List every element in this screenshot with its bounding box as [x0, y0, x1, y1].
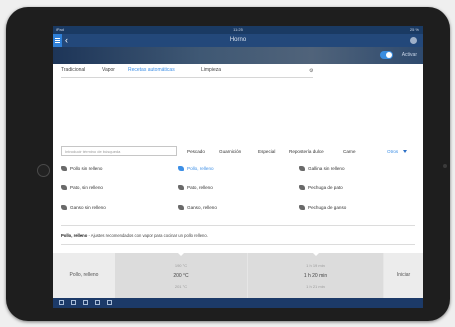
temperature-value[interactable]: 200 °C	[115, 273, 247, 279]
nav-bar: ‹ Horno	[53, 34, 423, 47]
recipe-description-text: - Ajustes recomendados con vapor para co…	[87, 233, 208, 238]
tab-tradicional[interactable]: Tradicional	[61, 67, 85, 73]
home-button[interactable]	[37, 164, 50, 177]
calendar-icon[interactable]	[95, 300, 100, 305]
recipe-item[interactable]: Pollo, relleno	[178, 163, 214, 175]
grid-icon[interactable]	[71, 300, 76, 305]
mode-tabs: Tradicional Vapor Recetas automáticas Li…	[53, 64, 423, 78]
search-input[interactable]: Introducir término de búsqueda	[61, 146, 177, 156]
poultry-icon	[178, 205, 184, 211]
tools-icon[interactable]: ⚙	[309, 68, 315, 74]
category-especial[interactable]: Especial	[258, 149, 275, 154]
activate-toggle[interactable]	[380, 51, 393, 59]
poultry-icon	[61, 166, 67, 172]
temperature-option-above[interactable]: 190 °C	[115, 263, 247, 268]
poultry-icon	[299, 205, 305, 211]
recipe-item[interactable]: Pato, relleno	[178, 182, 213, 194]
recipe-item[interactable]: Pato, sin relleno	[61, 182, 103, 194]
divider	[61, 244, 415, 245]
list-icon[interactable]	[83, 300, 88, 305]
start-button[interactable]: Iniciar	[384, 253, 423, 298]
recipe-item[interactable]: Ganso sin relleno	[61, 202, 106, 214]
temperature-picker[interactable]: 190 °C 200 °C 201 °C	[115, 253, 247, 298]
poultry-icon	[61, 185, 67, 191]
tab-limpieza[interactable]: Limpieza	[201, 67, 221, 73]
poultry-icon	[299, 166, 305, 172]
divider	[61, 225, 415, 226]
recipe-item[interactable]: Pechuga de pato	[299, 182, 343, 194]
page-title: Horno	[229, 37, 247, 43]
filter-bar: Introducir término de búsqueda Pescado G…	[53, 145, 423, 159]
chevron-down-icon	[312, 253, 319, 256]
recipe-item[interactable]: Ganso, relleno	[178, 202, 217, 214]
recipe-item[interactable]: Pechuga de ganso	[299, 202, 346, 214]
recipe-description-title: Pollo, relleno	[61, 233, 88, 238]
duration-value[interactable]: 1 h 20 min	[248, 273, 383, 279]
category-carne[interactable]: Carne	[343, 149, 356, 154]
activate-label: Activar	[401, 52, 417, 58]
tab-recetas-automaticas[interactable]: Recetas automáticas	[128, 67, 175, 73]
category-guarnicion[interactable]: Guarnición	[219, 149, 241, 154]
poultry-icon	[61, 205, 67, 211]
recipe-description: Pollo, relleno - Ajustes recomendados co…	[61, 233, 415, 238]
status-bar: iPad 11:25 25 %	[53, 26, 423, 34]
clock: 11:25	[233, 27, 243, 32]
home-icon[interactable]	[59, 300, 64, 305]
settings-icon[interactable]	[107, 300, 112, 305]
bottom-toolbar	[53, 298, 423, 308]
category-pescado[interactable]: Pescado	[187, 149, 205, 154]
appliance-banner: Activar	[53, 47, 423, 64]
poultry-icon	[178, 166, 184, 172]
battery-indicator: 25 %	[409, 27, 419, 32]
category-reposteria-dulce[interactable]: Repostería dulce	[289, 149, 324, 154]
tabs-divider	[61, 77, 313, 78]
chevron-down-icon	[178, 253, 184, 256]
selected-recipe-name: Pollo, relleno	[53, 253, 115, 298]
camera-icon	[443, 164, 447, 168]
more-categories-button[interactable]: Otros	[387, 149, 398, 154]
poultry-icon	[299, 185, 305, 191]
chevron-down-icon[interactable]	[403, 150, 407, 153]
duration-option-above[interactable]: 1 h 19 min	[248, 263, 383, 268]
app-screen: iPad 11:25 25 % ‹ Horno Activar Tradicio…	[53, 26, 423, 308]
recipe-item[interactable]: Pollo sin relleno	[61, 163, 102, 175]
gear-icon[interactable]	[410, 37, 417, 44]
recipe-item[interactable]: Gallina sin relleno	[299, 163, 345, 175]
duration-option-below[interactable]: 1 h 21 min	[248, 284, 383, 289]
poultry-icon	[178, 185, 184, 191]
tab-vapor[interactable]: Vapor	[102, 67, 115, 73]
background: iPad 11:25 25 % ‹ Horno Activar Tradicio…	[0, 0, 455, 327]
settings-panel: Pollo, relleno 190 °C 200 °C 201 °C 1 h …	[53, 253, 423, 298]
duration-picker[interactable]: 1 h 19 min 1 h 20 min 1 h 21 min	[248, 253, 383, 298]
temperature-option-below[interactable]: 201 °C	[115, 284, 247, 289]
